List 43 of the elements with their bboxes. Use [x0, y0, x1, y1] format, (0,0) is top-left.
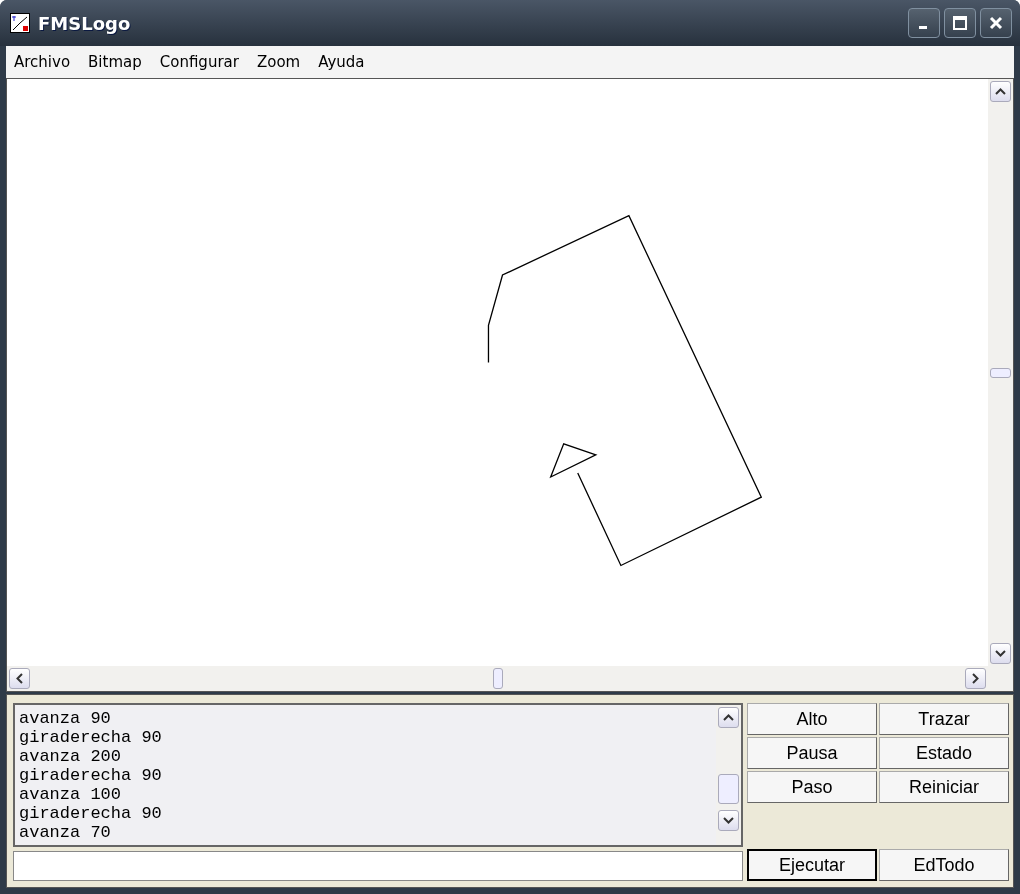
maximize-button[interactable] [944, 8, 976, 38]
scroll-down-icon[interactable] [990, 643, 1011, 664]
command-button[interactable]: Reiniciar [879, 771, 1009, 803]
scroll-thumb[interactable] [492, 668, 503, 689]
scroll-down-icon[interactable] [718, 810, 739, 831]
history-line[interactable]: giraderecha 90 [19, 804, 712, 823]
history-line[interactable]: giraderecha 90 [19, 728, 712, 747]
scroll-up-icon[interactable] [990, 81, 1011, 102]
command-button[interactable]: Alto [747, 703, 877, 735]
history-scrollbar[interactable] [716, 705, 741, 845]
close-button[interactable] [980, 8, 1012, 38]
app-icon [10, 13, 30, 33]
command-input-field[interactable] [13, 851, 743, 881]
command-button[interactable]: Ejecutar [747, 849, 877, 881]
vertical-scrollbar[interactable] [988, 79, 1013, 666]
history-line[interactable]: giraderecha 90 [19, 766, 712, 785]
minimize-button[interactable] [908, 8, 940, 38]
scroll-up-icon[interactable] [718, 707, 739, 728]
minimize-icon [919, 25, 927, 29]
menu-item[interactable]: Archivo [14, 53, 71, 71]
scroll-right-icon[interactable] [965, 668, 986, 689]
scroll-left-icon[interactable] [9, 668, 30, 689]
command-button[interactable]: Paso [747, 771, 877, 803]
scroll-thumb[interactable] [990, 367, 1011, 378]
horizontal-scrollbar[interactable] [7, 666, 1013, 691]
menu-item[interactable]: Ayuda [318, 53, 365, 71]
maximize-icon [953, 16, 967, 30]
command-button[interactable]: EdTodo [879, 849, 1009, 881]
turtle-icon [549, 443, 598, 479]
command-button[interactable]: Estado [879, 737, 1009, 769]
command-button[interactable]: Pausa [747, 737, 877, 769]
window-title: FMSLogo [38, 12, 132, 34]
history-line[interactable]: avanza 100 [19, 785, 712, 804]
command-history-list[interactable]: avanza 90 giraderecha 90 avanza 200 giraderecha 90 avanza 100 giraderecha 90 avanza 70 [13, 703, 743, 847]
history-line[interactable]: avanza 70 [19, 823, 712, 842]
menu-item[interactable]: Configurar [159, 53, 239, 71]
menu-item[interactable]: Bitmap [88, 53, 142, 71]
scroll-thumb[interactable] [718, 774, 739, 804]
history-line[interactable]: avanza 200 [19, 747, 712, 766]
close-icon [989, 16, 1003, 30]
menu-item[interactable]: Zoom [256, 53, 301, 71]
command-button[interactable]: Trazar [879, 703, 1009, 735]
history-line[interactable]: avanza 90 [19, 709, 712, 728]
